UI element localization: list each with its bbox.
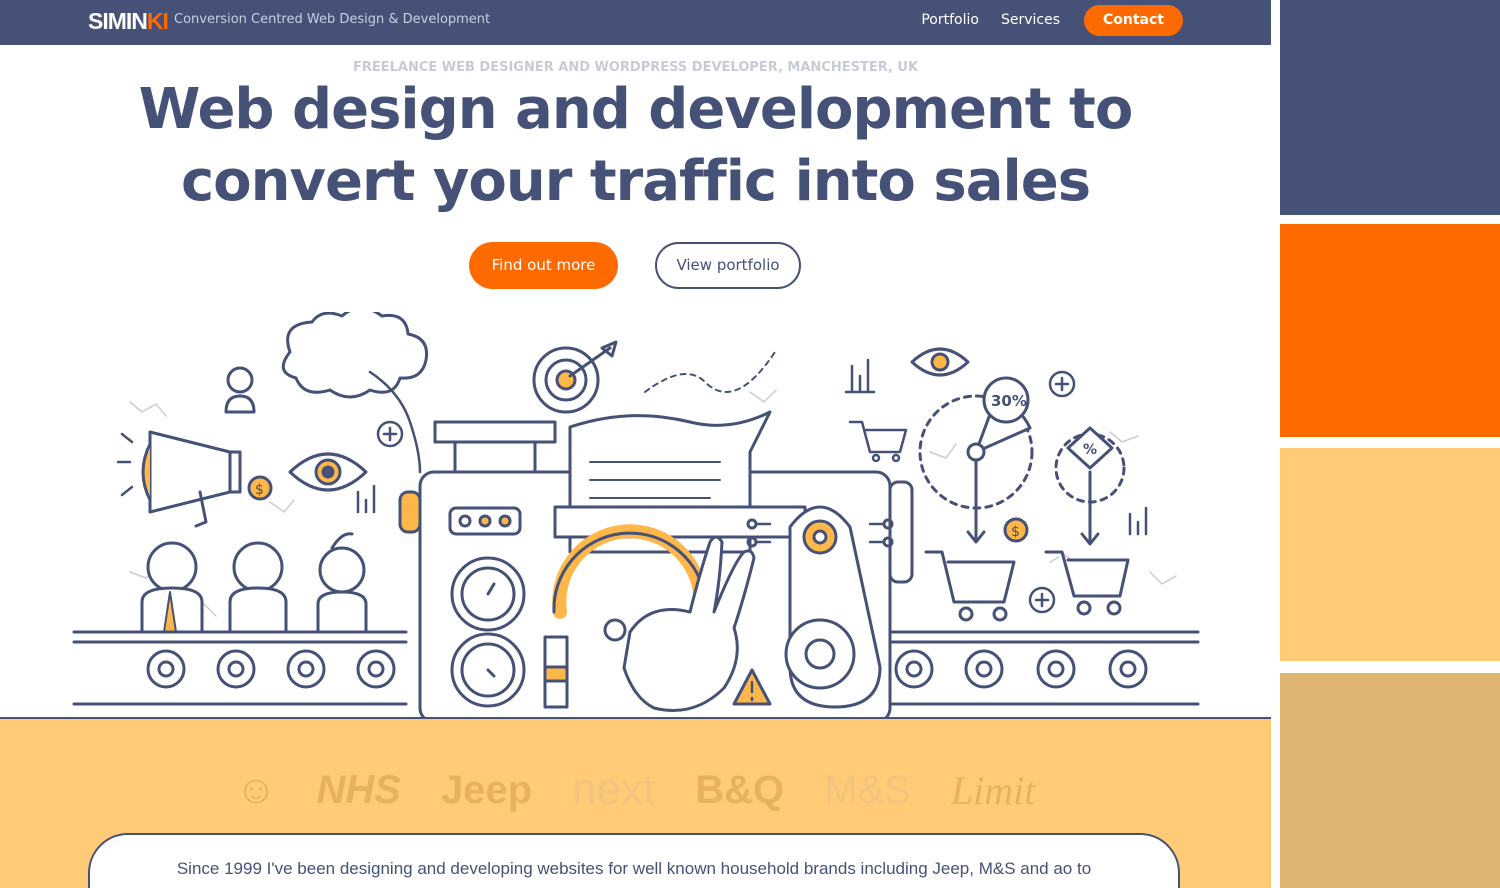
headline-line-1: Web design and development to — [138, 77, 1134, 142]
brand-logo-next: next — [572, 765, 656, 814]
hero-headline: Web design and development to convert yo… — [0, 74, 1271, 218]
website-page: SIMINKI Conversion Centred Web Design & … — [0, 0, 1271, 888]
customer-people — [140, 532, 368, 634]
brand-logo-bq: B&Q — [695, 767, 785, 812]
logo-accent-text: KI — [146, 8, 169, 34]
site-tagline: Conversion Centred Web Design & Developm… — [174, 12, 491, 27]
logo-text: SIMIN — [88, 8, 148, 34]
palette-swatch-tan — [1280, 673, 1500, 888]
headline-line-2: convert your traffic into sales — [180, 149, 1091, 214]
palette-swatch-navy — [1280, 0, 1500, 215]
target-icon — [532, 340, 618, 414]
svg-text:$: $ — [1011, 524, 1020, 540]
brand-logo-nhs: NHS — [316, 767, 401, 812]
nav-services-link[interactable]: Services — [1001, 12, 1060, 28]
dollar-coin-icon: $ — [1003, 517, 1029, 543]
top-nav-bar: SIMINKI Conversion Centred Web Design & … — [0, 0, 1271, 45]
brand-logo-limit: Limit — [950, 767, 1036, 813]
hero-eyebrow: FREELANCE WEB DESIGNER AND WORDPRESS DEV… — [352, 60, 919, 75]
hero-illustration: $ $ 30% % — [72, 312, 1200, 717]
shopping-cart-icon — [848, 420, 908, 463]
dollar-coin-icon: $ — [247, 475, 273, 501]
find-out-more-button[interactable]: Find out more — [469, 242, 618, 289]
indicator-lights — [448, 506, 522, 536]
svg-text:$: $ — [255, 482, 264, 498]
megaphone-icon — [116, 430, 242, 528]
palette-swatch-light-orange — [1280, 448, 1500, 661]
brand-logo-ms: M&S — [824, 767, 911, 812]
cloud-icon — [281, 312, 429, 399]
intro-card: Since 1999 I've been designing and devel… — [88, 833, 1180, 888]
palette-swatch-orange — [1280, 224, 1500, 437]
pie-chart-icon: 30% — [918, 376, 1034, 544]
intro-text: Since 1999 I've been designing and devel… — [176, 859, 1092, 878]
svg-text:30%: 30% — [991, 392, 1027, 410]
shopping-cart-icon — [1044, 550, 1130, 616]
shopping-cart-icon — [924, 550, 1016, 622]
main-nav: Portfolio Services Contact — [921, 0, 1183, 40]
nav-portfolio-link[interactable]: Portfolio — [921, 12, 979, 28]
brand-logo-smiley: ☺ — [235, 767, 277, 812]
brand-logo-jeep: Jeep — [440, 767, 533, 812]
discount-icon: % — [1054, 426, 1126, 546]
svg-text:%: % — [1083, 442, 1097, 458]
eye-icon — [288, 452, 368, 492]
eye-icon — [910, 347, 970, 377]
client-logos: ☺ NHS Jeep next B&Q M&S Limit — [0, 765, 1271, 815]
site-logo[interactable]: SIMINKI — [88, 6, 169, 36]
nav-contact-button[interactable]: Contact — [1084, 4, 1183, 36]
person-icon — [224, 366, 256, 414]
view-portfolio-button[interactable]: View portfolio — [655, 242, 801, 289]
